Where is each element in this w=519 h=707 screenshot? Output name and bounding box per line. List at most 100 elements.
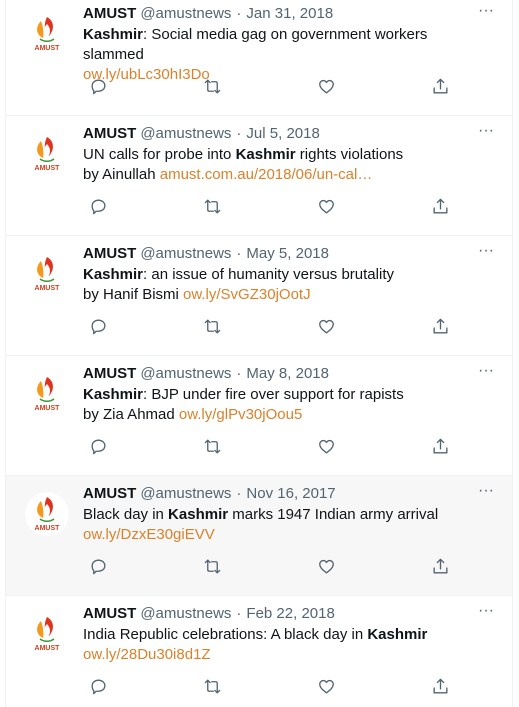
tweet-text: UN calls for probe into Kashmir rights v…: [83, 145, 492, 185]
tweet-date[interactable]: May 5, 2018: [246, 245, 329, 262]
more-icon[interactable]: ···: [474, 1, 498, 21]
reply-icon[interactable]: [86, 554, 110, 578]
reply-icon[interactable]: [86, 74, 110, 98]
author-name[interactable]: AMUST: [83, 485, 136, 502]
retweet-icon[interactable]: [200, 434, 224, 458]
author-handle[interactable]: @amustnews: [140, 5, 231, 22]
author-handle[interactable]: @amustnews: [140, 125, 231, 142]
author-name[interactable]: AMUST: [83, 5, 136, 22]
more-icon[interactable]: ···: [474, 601, 498, 621]
more-icon[interactable]: ···: [474, 361, 498, 381]
tweet-text: Kashmir: BJP under fire over support for…: [83, 385, 492, 425]
tweet-date[interactable]: Feb 22, 2018: [246, 605, 334, 622]
author-handle[interactable]: @amustnews: [140, 365, 231, 382]
keyword[interactable]: Kashmir: [83, 26, 143, 43]
tweet-link[interactable]: ow.ly/glPv30jOou5: [179, 406, 302, 423]
reply-icon[interactable]: [86, 674, 110, 698]
tweet-header: AMUST @amustnews · Nov 16, 2017: [83, 483, 468, 503]
author-name[interactable]: AMUST: [83, 245, 136, 262]
keyword[interactable]: Kashmir: [168, 506, 228, 523]
like-icon[interactable]: [314, 434, 338, 458]
tweet-link[interactable]: ow.ly/28Du30i8d1Z: [83, 646, 211, 663]
svg-text:AMUST: AMUST: [35, 525, 61, 532]
tweet[interactable]: AMUST AMUST @amustnews · Jul 5, 2018 ···…: [6, 116, 512, 236]
share-icon[interactable]: [428, 434, 452, 458]
reply-icon[interactable]: [86, 194, 110, 218]
tweet-header: AMUST @amustnews · May 8, 2018: [83, 363, 468, 383]
author-name[interactable]: AMUST: [83, 365, 136, 382]
keyword[interactable]: Kashmir: [236, 146, 296, 163]
author-handle[interactable]: @amustnews: [140, 605, 231, 622]
tweet-actions: [80, 74, 460, 98]
like-icon[interactable]: [314, 674, 338, 698]
more-icon[interactable]: ···: [474, 241, 498, 261]
avatar[interactable]: AMUST: [25, 12, 69, 56]
share-icon[interactable]: [428, 674, 452, 698]
more-icon[interactable]: ···: [474, 481, 498, 501]
tweet[interactable]: AMUST AMUST @amustnews · Nov 16, 2017 ··…: [6, 476, 512, 596]
share-icon[interactable]: [428, 194, 452, 218]
like-icon[interactable]: [314, 194, 338, 218]
author-name[interactable]: AMUST: [83, 605, 136, 622]
tweet-link[interactable]: ow.ly/SvGZ30jOotJ: [183, 286, 311, 303]
reply-icon[interactable]: [86, 314, 110, 338]
retweet-icon[interactable]: [200, 314, 224, 338]
keyword[interactable]: Kashmir: [367, 626, 427, 643]
tweet[interactable]: AMUST AMUST @amustnews · Feb 22, 2018 ··…: [6, 596, 512, 707]
tweet-date[interactable]: Nov 16, 2017: [246, 485, 335, 502]
text-segment: by Ainullah: [83, 166, 160, 183]
tweet-link[interactable]: ow.ly/DzxE30giEVV: [83, 526, 215, 543]
tweet-date[interactable]: Jan 31, 2018: [246, 5, 333, 22]
tweet-header: AMUST @amustnews · Feb 22, 2018: [83, 603, 468, 623]
author-handle[interactable]: @amustnews: [140, 485, 231, 502]
tweet-header: AMUST @amustnews · May 5, 2018: [83, 243, 468, 263]
tweet-text: Black day in Kashmir marks 1947 Indian a…: [83, 505, 492, 545]
tweet[interactable]: AMUST AMUST @amustnews · May 5, 2018 ···…: [6, 236, 512, 356]
separator: ·: [236, 484, 242, 502]
tweet[interactable]: AMUST AMUST @amustnews · Jan 31, 2018 ··…: [6, 0, 512, 116]
separator: ·: [236, 364, 242, 382]
keyword[interactable]: Kashmir: [83, 266, 143, 283]
avatar[interactable]: AMUST: [25, 372, 69, 416]
avatar[interactable]: AMUST: [25, 132, 69, 176]
svg-text:AMUST: AMUST: [35, 165, 61, 172]
share-icon[interactable]: [428, 314, 452, 338]
reply-icon[interactable]: [86, 434, 110, 458]
tweet-text: India Republic celebrations: A black day…: [83, 625, 492, 665]
amust-logo-icon: AMUST: [25, 492, 69, 536]
more-icon[interactable]: ···: [474, 121, 498, 141]
retweet-icon[interactable]: [200, 74, 224, 98]
separator: ·: [236, 124, 242, 142]
text-segment: by Zia Ahmad: [83, 406, 179, 423]
tweet-link[interactable]: amust.com.au/2018/06/un-cal…: [160, 166, 373, 183]
like-icon[interactable]: [314, 314, 338, 338]
retweet-icon[interactable]: [200, 194, 224, 218]
amust-logo-icon: AMUST: [25, 132, 69, 176]
amust-logo-icon: AMUST: [25, 12, 69, 56]
tweet[interactable]: AMUST AMUST @amustnews · May 8, 2018 ···…: [6, 356, 512, 476]
like-icon[interactable]: [314, 554, 338, 578]
separator: ·: [236, 4, 242, 22]
amust-logo-icon: AMUST: [25, 372, 69, 416]
author-handle[interactable]: @amustnews: [140, 245, 231, 262]
avatar[interactable]: AMUST: [25, 252, 69, 296]
share-icon[interactable]: [428, 554, 452, 578]
tweet-header: AMUST @amustnews · Jan 31, 2018: [83, 3, 468, 23]
tweet-date[interactable]: Jul 5, 2018: [246, 125, 319, 142]
tweet-actions: [80, 434, 460, 458]
keyword[interactable]: Kashmir: [83, 386, 143, 403]
tweet-text: Kashmir: an issue of humanity versus bru…: [83, 265, 492, 305]
separator: ·: [236, 604, 242, 622]
share-icon[interactable]: [428, 74, 452, 98]
avatar[interactable]: AMUST: [25, 492, 69, 536]
text-segment: rights violations: [295, 146, 404, 163]
tweet-actions: [80, 194, 460, 218]
like-icon[interactable]: [314, 74, 338, 98]
tweet-feed: AMUST AMUST @amustnews · Jan 31, 2018 ··…: [5, 0, 513, 707]
tweet-date[interactable]: May 8, 2018: [246, 365, 329, 382]
avatar[interactable]: AMUST: [25, 612, 69, 656]
svg-text:AMUST: AMUST: [35, 405, 61, 412]
retweet-icon[interactable]: [200, 554, 224, 578]
author-name[interactable]: AMUST: [83, 125, 136, 142]
retweet-icon[interactable]: [200, 674, 224, 698]
